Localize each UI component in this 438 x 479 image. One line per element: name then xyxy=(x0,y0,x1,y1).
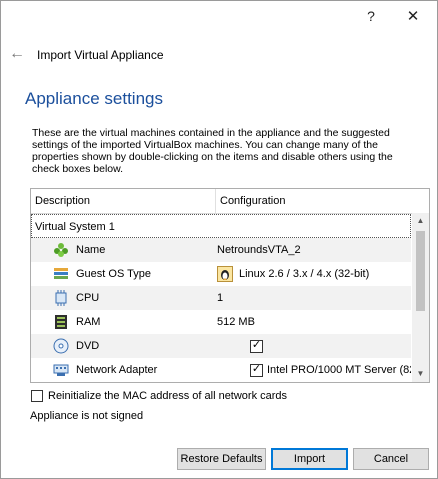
table-row-dvd[interactable]: DVD ✓ xyxy=(31,334,411,358)
os-type-icon xyxy=(54,268,68,279)
import-button[interactable]: Import xyxy=(271,448,348,470)
row-value-container: Linux 2.6 / 3.x / 4.x (32-bit) xyxy=(217,262,411,286)
row-label: DVD xyxy=(76,340,100,352)
wizard-title: Import Virtual Appliance xyxy=(37,48,164,62)
table-row-guest-os-type[interactable]: Guest OS Type Linux 2.6 / 3.x / 4.x (32-… xyxy=(31,262,411,286)
help-button[interactable]: ? xyxy=(356,3,386,29)
reinitialize-mac-label[interactable]: Reinitialize the MAC address of all netw… xyxy=(48,389,287,403)
description-text: These are the virtual machines contained… xyxy=(32,127,393,175)
network-adapter-checkbox[interactable]: ✓ xyxy=(250,363,263,377)
column-header-configuration[interactable]: Configuration xyxy=(216,189,410,213)
check-mark-icon: ✓ xyxy=(251,339,262,351)
import-appliance-window: ? ✕ ← Import Virtual Appliance Appliance… xyxy=(0,0,438,479)
row-label: CPU xyxy=(76,292,100,304)
row-value: 512 MB xyxy=(217,316,255,328)
table-row-network-adapter[interactable]: Network Adapter ✓ Intel PRO/1000 MT Serv… xyxy=(31,358,411,382)
dvd-checkbox[interactable]: ✓ xyxy=(250,339,263,353)
row-value-container: ✓ Intel PRO/1000 MT Server (825... xyxy=(217,358,411,382)
table-row-ram[interactable]: RAM 512 MB xyxy=(31,310,411,334)
scrollbar-thumb[interactable] xyxy=(416,231,425,311)
row-value: Intel PRO/1000 MT Server (825... xyxy=(267,364,411,376)
scroll-up-arrow-icon[interactable]: ▲ xyxy=(412,213,429,229)
wizard-header: ← Import Virtual Appliance xyxy=(1,41,437,69)
virtual-system-row[interactable]: Virtual System 1 xyxy=(31,214,411,238)
linux-os-icon xyxy=(217,266,233,282)
network-adapter-icon xyxy=(53,364,69,376)
column-header-description[interactable]: Description xyxy=(31,189,216,213)
signature-status: Appliance is not signed xyxy=(30,410,144,422)
table-scrollbar[interactable]: ▲ ▼ xyxy=(412,213,429,382)
row-label: Name xyxy=(76,244,106,256)
table-row-name[interactable]: Name NetroundsVTA_2 xyxy=(31,238,411,262)
page-title: Appliance settings xyxy=(25,89,163,108)
row-value-container: ✓ xyxy=(217,334,411,358)
virtual-system-label: Virtual System 1 xyxy=(35,221,115,233)
ram-icon xyxy=(55,315,67,329)
table-header: Description Configuration xyxy=(31,189,429,214)
close-button[interactable]: ✕ xyxy=(398,3,428,29)
table-rows: Virtual System 1 Name NetroundsVTA_2 Gue… xyxy=(31,214,411,382)
row-value: NetroundsVTA_2 xyxy=(217,244,301,256)
back-arrow-icon[interactable]: ← xyxy=(7,44,27,64)
scroll-down-arrow-icon[interactable]: ▼ xyxy=(412,366,429,382)
restore-defaults-button[interactable]: Restore Defaults xyxy=(177,448,266,470)
appliance-settings-table[interactable]: Description Configuration Virtual System… xyxy=(30,188,430,383)
row-value: Linux 2.6 / 3.x / 4.x (32-bit) xyxy=(239,268,370,280)
row-label: Guest OS Type xyxy=(76,268,152,280)
row-value: 1 xyxy=(217,292,224,304)
cpu-icon xyxy=(55,290,67,306)
check-mark-icon: ✓ xyxy=(251,363,262,375)
name-icon xyxy=(54,243,68,257)
row-label: RAM xyxy=(76,316,101,328)
cancel-button[interactable]: Cancel xyxy=(353,448,429,470)
table-row-cpu[interactable]: CPU 1 xyxy=(31,286,411,310)
reinitialize-mac-checkbox[interactable] xyxy=(31,390,43,402)
dvd-icon xyxy=(53,338,69,354)
row-label: Network Adapter xyxy=(76,364,158,376)
